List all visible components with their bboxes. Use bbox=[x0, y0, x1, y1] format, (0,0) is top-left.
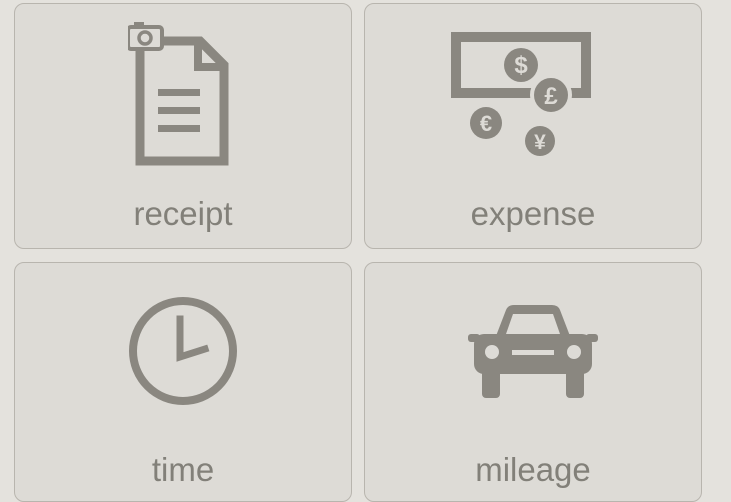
yen-symbol: ¥ bbox=[534, 131, 546, 154]
expense-tile[interactable]: $ £ € ¥ expense bbox=[364, 3, 702, 249]
time-label: time bbox=[151, 451, 215, 488]
expense-label: expense bbox=[470, 195, 596, 232]
pound-symbol: £ bbox=[544, 83, 558, 110]
receipt-label: receipt bbox=[133, 195, 233, 232]
receipt-tile[interactable]: receipt bbox=[14, 3, 352, 249]
dollar-symbol: $ bbox=[514, 52, 528, 79]
money-currency-icon: $ £ € ¥ bbox=[365, 4, 701, 184]
mileage-tile[interactable]: mileage bbox=[364, 262, 702, 502]
receipt-icon bbox=[15, 4, 351, 184]
mileage-label: mileage bbox=[475, 451, 591, 488]
car-icon bbox=[365, 263, 701, 438]
time-tile[interactable]: time bbox=[14, 262, 352, 502]
euro-symbol: € bbox=[480, 111, 492, 136]
clock-icon bbox=[15, 263, 351, 438]
